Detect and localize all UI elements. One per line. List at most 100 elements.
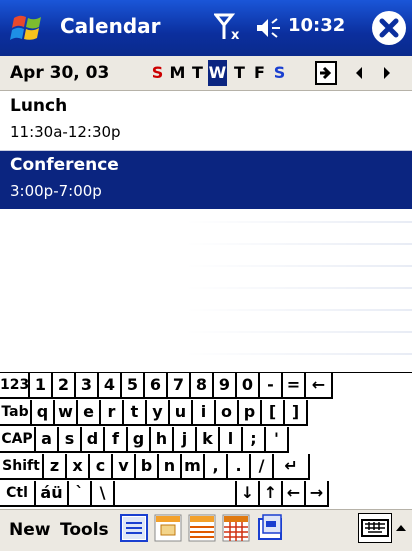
key[interactable]: u: [170, 400, 193, 426]
clock[interactable]: 10:32: [288, 15, 345, 36]
go-to-today-button[interactable]: [314, 60, 338, 86]
key[interactable]: o: [216, 400, 239, 426]
key[interactable]: z: [44, 454, 67, 480]
day-button[interactable]: M: [168, 60, 187, 86]
key[interactable]: ;: [243, 427, 266, 453]
key[interactable]: b: [136, 454, 159, 480]
volume-icon[interactable]: [255, 16, 283, 40]
key[interactable]: -: [260, 373, 283, 399]
arrow-up-icon: [396, 525, 406, 531]
key[interactable]: x: [67, 454, 90, 480]
key[interactable]: =: [283, 373, 306, 399]
key[interactable]: ←: [283, 481, 306, 507]
key[interactable]: ↵: [274, 454, 310, 480]
appointment-time: 3:00p-7:00p: [10, 182, 102, 200]
tools-menu[interactable]: Tools: [60, 520, 109, 540]
space-key[interactable]: [115, 481, 237, 507]
day-view-icon[interactable]: [153, 513, 183, 543]
key[interactable]: 5: [122, 373, 145, 399]
month-view-icon[interactable]: [221, 513, 251, 543]
key[interactable]: ]: [285, 400, 308, 426]
svg-text:x: x: [231, 28, 240, 41]
key[interactable]: 9: [214, 373, 237, 399]
key[interactable]: 3: [76, 373, 99, 399]
key[interactable]: f: [105, 427, 128, 453]
key[interactable]: Ctl: [0, 481, 36, 507]
key[interactable]: 2: [53, 373, 76, 399]
key[interactable]: m: [182, 454, 205, 480]
key[interactable]: d: [82, 427, 105, 453]
keyboard-row: 123 1 2 3 4 5 6 7 8 9 0- = ←: [0, 373, 412, 400]
arrow-right-icon: [384, 67, 390, 79]
day-button[interactable]: S: [270, 60, 289, 86]
key[interactable]: g: [128, 427, 151, 453]
agenda-view-icon[interactable]: [119, 513, 149, 543]
key[interactable]: ,: [205, 454, 228, 480]
day-button[interactable]: T: [230, 60, 249, 86]
new-menu[interactable]: New: [9, 520, 50, 540]
close-icon: [379, 18, 399, 38]
key[interactable]: v: [113, 454, 136, 480]
key[interactable]: a: [36, 427, 59, 453]
key[interactable]: 123: [0, 373, 30, 399]
key[interactable]: 7: [168, 373, 191, 399]
key[interactable]: y: [147, 400, 170, 426]
appointment-title: Conference: [10, 155, 119, 175]
key[interactable]: e: [78, 400, 101, 426]
day-button[interactable]: S: [148, 60, 167, 86]
app-title: Calendar: [60, 14, 161, 38]
windows-flag-icon[interactable]: [8, 8, 48, 48]
day-button[interactable]: W: [208, 60, 227, 86]
close-button[interactable]: [372, 11, 406, 45]
key[interactable]: h: [151, 427, 174, 453]
key[interactable]: /: [251, 454, 274, 480]
key[interactable]: t: [124, 400, 147, 426]
key[interactable]: c: [90, 454, 113, 480]
key[interactable]: j: [174, 427, 197, 453]
keyboard-row: Ctl áü ` \ ↓ ↑ ← →: [0, 481, 412, 508]
key[interactable]: r: [101, 400, 124, 426]
arrow-left-icon: [356, 67, 362, 79]
key[interactable]: \: [92, 481, 115, 507]
key[interactable]: k: [197, 427, 220, 453]
key[interactable]: ←: [306, 373, 333, 399]
key[interactable]: q: [32, 400, 55, 426]
key[interactable]: ': [266, 427, 289, 453]
previous-week-button[interactable]: [350, 62, 368, 84]
key[interactable]: ↑: [260, 481, 283, 507]
key[interactable]: áü: [36, 481, 69, 507]
key[interactable]: [: [262, 400, 285, 426]
key[interactable]: 0: [237, 373, 260, 399]
key[interactable]: 6: [145, 373, 168, 399]
key[interactable]: ↓: [237, 481, 260, 507]
key[interactable]: `: [69, 481, 92, 507]
key[interactable]: 1: [30, 373, 53, 399]
input-method-selector[interactable]: [393, 513, 409, 543]
week-view-icon[interactable]: [187, 513, 217, 543]
signal-off-icon[interactable]: x: [214, 13, 248, 41]
key[interactable]: l: [220, 427, 243, 453]
key[interactable]: Tab: [0, 400, 32, 426]
year-view-icon[interactable]: [255, 513, 285, 543]
appointment-item-selected[interactable]: Conference 3:00p-7:00p: [0, 151, 412, 209]
day-button[interactable]: T: [188, 60, 207, 86]
key[interactable]: Shift: [0, 454, 44, 480]
day-button[interactable]: F: [250, 60, 269, 86]
key[interactable]: p: [239, 400, 262, 426]
key[interactable]: n: [159, 454, 182, 480]
keyboard-row: Tab q w e r t y u i o p[]: [0, 400, 412, 427]
soft-keyboard: 123 1 2 3 4 5 6 7 8 9 0- = ← Tab q w e r t y u i o p[] CAP a s d f g h…: [0, 372, 412, 509]
key[interactable]: CAP: [0, 427, 36, 453]
key[interactable]: s: [59, 427, 82, 453]
appointment-title: Lunch: [10, 96, 68, 116]
key[interactable]: i: [193, 400, 216, 426]
key[interactable]: →: [306, 481, 329, 507]
key[interactable]: 8: [191, 373, 214, 399]
key[interactable]: 4: [99, 373, 122, 399]
appointment-item[interactable]: Lunch 11:30a-12:30p: [0, 92, 412, 151]
next-week-button[interactable]: [378, 62, 396, 84]
current-date[interactable]: Apr 30, 03: [10, 63, 109, 83]
input-panel-button[interactable]: [358, 513, 392, 543]
key[interactable]: w: [55, 400, 78, 426]
key[interactable]: .: [228, 454, 251, 480]
